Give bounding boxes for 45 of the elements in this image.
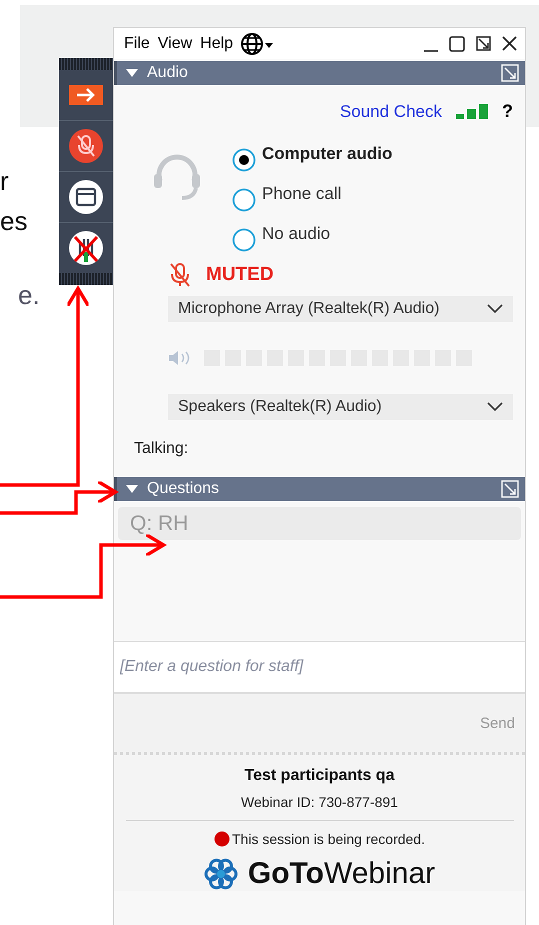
slide-text: e. <box>18 280 40 311</box>
section-title: Questions <box>147 480 220 498</box>
window-icon[interactable] <box>68 179 104 215</box>
device-dropdown[interactable]: Microphone Array (Realtek(R) Audio) <box>168 296 513 322</box>
grip-handle[interactable] <box>59 273 113 285</box>
webinar-id: Webinar ID: 730-877-891 <box>126 794 514 821</box>
webinar-title: Test participants qa <box>244 767 394 785</box>
chevron-down-icon <box>487 304 503 314</box>
muted-mic-icon <box>168 262 192 288</box>
maximize-icon[interactable] <box>448 34 467 54</box>
recording-notice: This session is being recorded. <box>232 831 425 847</box>
talking-label: Talking: <box>133 439 190 458</box>
slide-text: r <box>0 166 9 197</box>
mic-status: MUTED <box>206 264 274 286</box>
radio-option[interactable]: Computer audio <box>232 136 392 172</box>
muted-mic-icon[interactable] <box>68 128 104 164</box>
section-header[interactable]: Audio <box>114 61 525 85</box>
radio-icon <box>232 228 256 252</box>
arrow-right-icon[interactable] <box>69 85 103 105</box>
menu-item[interactable]: View <box>156 34 194 52</box>
flower-logo-icon <box>204 857 238 891</box>
section-header[interactable]: Questions <box>114 477 525 501</box>
chevron-down-icon <box>487 402 503 412</box>
menu-item[interactable]: Help <box>198 34 236 52</box>
logo-text: GoToWebinar <box>248 857 436 891</box>
popout-icon[interactable] <box>474 34 493 54</box>
sound-check-link[interactable]: Sound Check <box>340 102 442 122</box>
slide-text: es <box>0 206 28 237</box>
menu-item[interactable]: File <box>122 34 152 52</box>
collapse-triangle-icon[interactable] <box>125 68 139 78</box>
radio-selected-icon <box>232 148 256 172</box>
language-globe-icon[interactable] <box>239 32 276 56</box>
radio-option[interactable]: Phone call <box>232 176 392 212</box>
raise-hand-crossed-icon[interactable] <box>68 230 104 266</box>
question-input[interactable]: [Enter a question for staff] <box>114 642 525 694</box>
help-button[interactable]: ? <box>502 101 513 122</box>
signal-bars-icon <box>456 104 488 120</box>
radio-option[interactable]: No audio <box>232 216 392 252</box>
radio-icon <box>232 188 256 212</box>
grip-handle[interactable] <box>59 58 113 70</box>
device-dropdown[interactable]: Speakers (Realtek(R) Audio) <box>168 394 513 420</box>
close-icon[interactable] <box>500 34 519 54</box>
recording-dot-icon <box>214 831 230 847</box>
collapse-triangle-icon[interactable] <box>125 484 139 494</box>
section-title: Audio <box>147 64 188 82</box>
